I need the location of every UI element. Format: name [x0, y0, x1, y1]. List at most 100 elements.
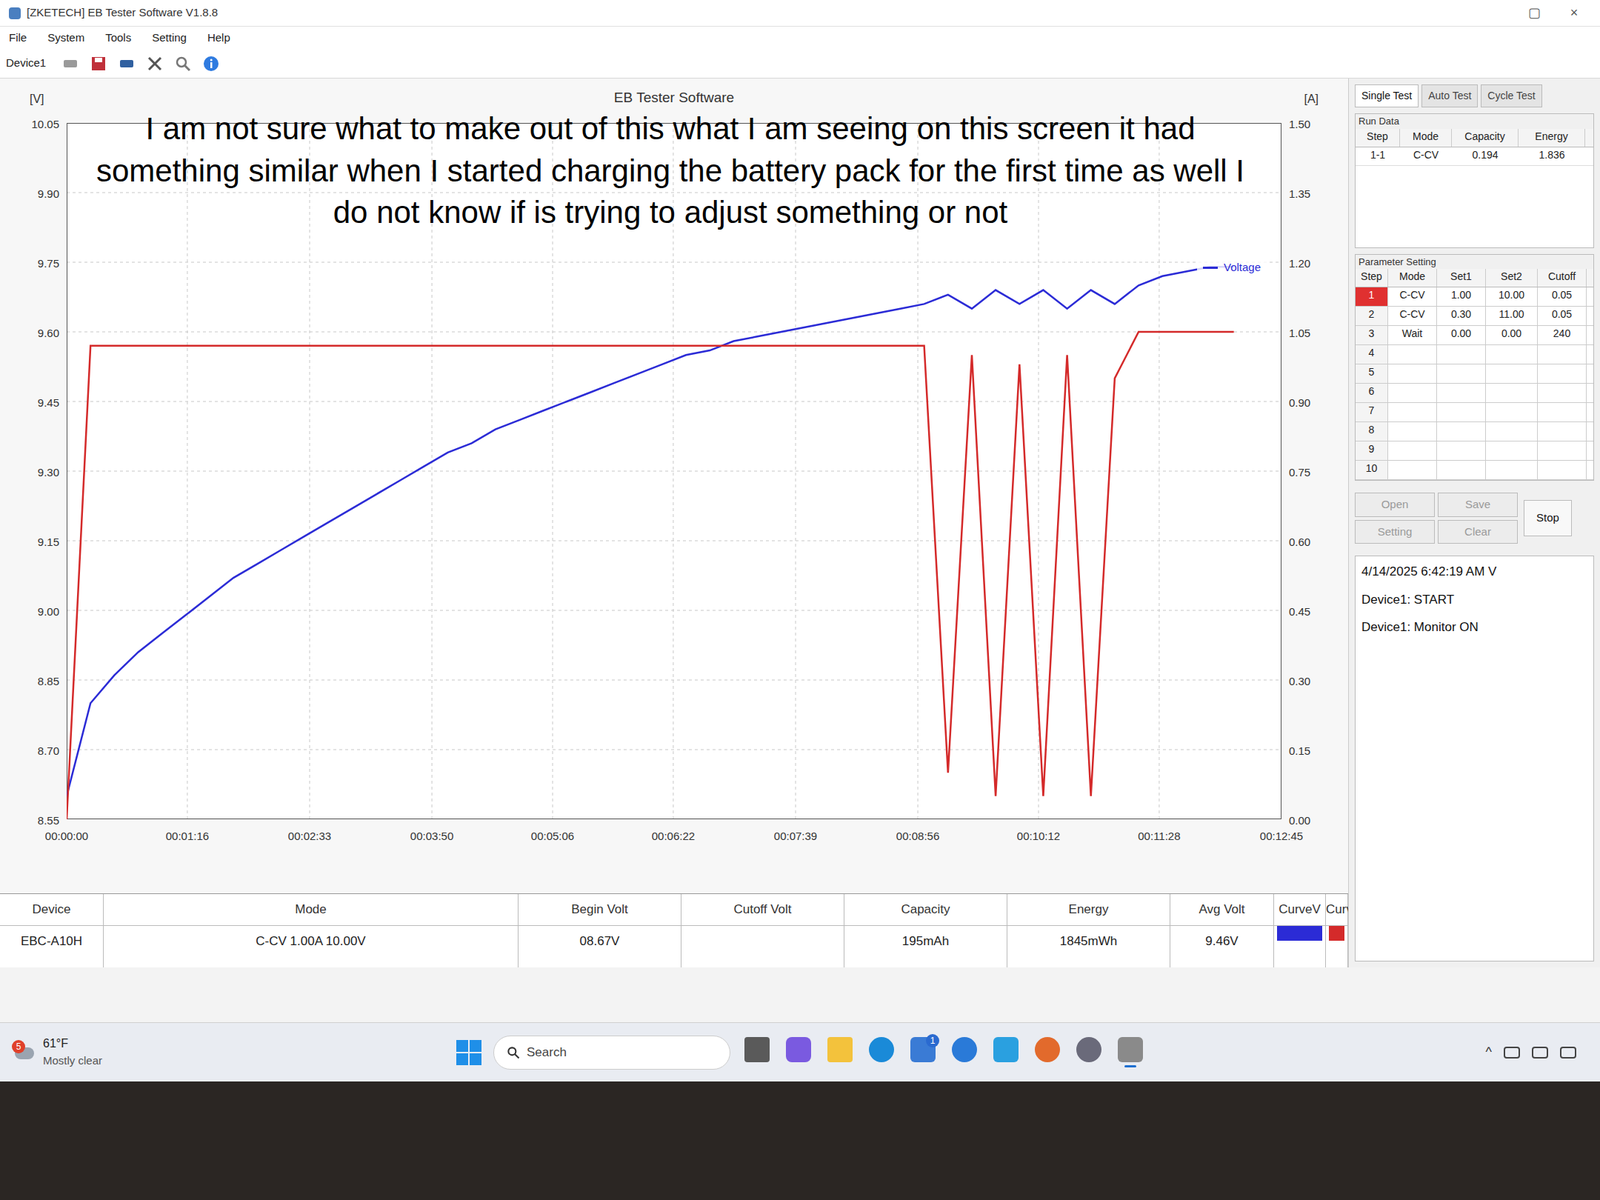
- menu-item[interactable]: System: [44, 29, 88, 47]
- parameter-cell[interactable]: 8: [1355, 422, 1389, 441]
- search-input[interactable]: [526, 1042, 718, 1063]
- test-tab[interactable]: Single Test: [1354, 84, 1419, 108]
- parameter-cell[interactable]: [1485, 364, 1538, 383]
- setting-button[interactable]: Setting: [1354, 520, 1435, 545]
- parameter-row[interactable]: 10: [1355, 460, 1594, 480]
- network-icon[interactable]: [1503, 1046, 1520, 1059]
- parameter-cell[interactable]: 0.05: [1537, 306, 1587, 326]
- save-icon[interactable]: [88, 54, 109, 74]
- parameter-cell[interactable]: 6: [1355, 383, 1389, 403]
- battery-icon[interactable]: [1560, 1046, 1577, 1059]
- search-box[interactable]: [493, 1035, 731, 1070]
- window-control[interactable]: ×: [1557, 2, 1592, 23]
- parameter-cell[interactable]: 5: [1355, 364, 1389, 383]
- parameter-cell[interactable]: Wait: [1388, 325, 1438, 345]
- open-button[interactable]: Open: [1354, 492, 1435, 518]
- windows-start-icon[interactable]: [456, 1040, 482, 1066]
- parameter-row[interactable]: 8: [1355, 422, 1594, 442]
- window-control[interactable]: ▢: [1517, 2, 1552, 23]
- parameter-row[interactable]: 6: [1355, 383, 1594, 403]
- menu-item[interactable]: Tools: [102, 29, 135, 47]
- info-icon[interactable]: [201, 54, 221, 74]
- parameter-cell[interactable]: 0.00: [1437, 325, 1486, 345]
- weather-widget[interactable]: 561°FMostly clear: [11, 1034, 457, 1070]
- taskbar-app[interactable]: 1: [908, 1034, 938, 1072]
- menu-item[interactable]: File: [5, 29, 30, 47]
- search-icon[interactable]: [173, 54, 193, 74]
- parameter-cell[interactable]: [1485, 402, 1538, 422]
- connect-icon[interactable]: [60, 54, 80, 74]
- taskbar-app[interactable]: [991, 1034, 1021, 1072]
- taskbar-app[interactable]: [866, 1034, 897, 1072]
- parameter-cell[interactable]: [1437, 441, 1486, 460]
- parameter-cell[interactable]: [1537, 441, 1587, 460]
- parameter-cell[interactable]: [1537, 364, 1587, 383]
- parameter-cell[interactable]: [1537, 402, 1587, 422]
- taskbar-app[interactable]: [783, 1034, 814, 1072]
- parameter-cell[interactable]: 9: [1355, 441, 1389, 460]
- parameter-row[interactable]: 1C-CV1.0010.000.05: [1355, 287, 1594, 307]
- clear-button[interactable]: Clear: [1437, 520, 1518, 545]
- volume-icon[interactable]: [1531, 1046, 1549, 1059]
- parameter-cell[interactable]: 4: [1355, 345, 1389, 364]
- parameter-cell[interactable]: [1437, 460, 1486, 480]
- monitor-icon[interactable]: [117, 54, 137, 74]
- test-tab[interactable]: Auto Test: [1421, 84, 1478, 108]
- curve-swatch: [1328, 925, 1345, 941]
- taskbar-app[interactable]: [1032, 1034, 1063, 1072]
- parameter-cell[interactable]: 3: [1355, 325, 1389, 345]
- menu-item[interactable]: Setting: [148, 29, 190, 47]
- parameter-cell[interactable]: 7: [1355, 402, 1389, 422]
- stop-button[interactable]: Stop: [1523, 500, 1572, 537]
- parameter-row[interactable]: 7: [1355, 402, 1594, 423]
- save-button[interactable]: Save: [1437, 492, 1518, 518]
- parameter-cell[interactable]: [1388, 422, 1438, 441]
- parameter-cell[interactable]: 1.00: [1437, 287, 1486, 306]
- parameter-cell[interactable]: [1388, 460, 1438, 480]
- parameter-cell[interactable]: 11.00: [1485, 306, 1538, 326]
- parameter-cell[interactable]: [1388, 441, 1438, 460]
- parameter-cell[interactable]: [1485, 345, 1538, 364]
- parameter-cell[interactable]: [1485, 460, 1538, 480]
- parameter-cell[interactable]: [1388, 402, 1438, 422]
- parameter-row[interactable]: 4: [1355, 345, 1594, 365]
- parameter-cell[interactable]: C-CV: [1388, 306, 1438, 326]
- parameter-cell[interactable]: 0.00: [1485, 325, 1538, 345]
- tools-icon[interactable]: [145, 54, 165, 74]
- parameter-cell[interactable]: [1485, 422, 1538, 441]
- parameter-cell[interactable]: [1437, 383, 1486, 403]
- taskbar-app[interactable]: [1074, 1034, 1104, 1072]
- parameter-cell[interactable]: 2: [1355, 306, 1389, 326]
- parameter-cell[interactable]: 10: [1355, 460, 1389, 480]
- test-tab[interactable]: Cycle Test: [1480, 84, 1542, 108]
- taskbar-app[interactable]: [742, 1034, 772, 1072]
- parameter-row[interactable]: 5: [1355, 364, 1594, 384]
- parameter-cell[interactable]: 0.05: [1537, 287, 1587, 306]
- parameter-cell[interactable]: 10.00: [1485, 287, 1538, 306]
- parameter-cell[interactable]: [1388, 383, 1438, 403]
- taskbar-app[interactable]: [949, 1034, 980, 1072]
- parameter-row[interactable]: 2C-CV0.3011.000.05: [1355, 306, 1594, 326]
- parameter-cell[interactable]: [1388, 345, 1438, 364]
- parameter-cell[interactable]: [1437, 364, 1486, 383]
- parameter-cell[interactable]: [1388, 364, 1438, 383]
- parameter-cell[interactable]: [1437, 422, 1486, 441]
- parameter-cell[interactable]: [1437, 402, 1486, 422]
- parameter-cell[interactable]: [1537, 460, 1587, 480]
- menu-item[interactable]: Help: [204, 29, 234, 47]
- parameter-cell[interactable]: C-CV: [1388, 287, 1438, 306]
- parameter-cell[interactable]: [1537, 345, 1587, 364]
- taskbar-app[interactable]: [1115, 1034, 1146, 1072]
- parameter-cell[interactable]: 1: [1355, 287, 1389, 306]
- parameter-cell[interactable]: 240: [1537, 325, 1587, 345]
- parameter-cell[interactable]: [1537, 422, 1587, 441]
- parameter-row[interactable]: 3Wait0.000.00240: [1355, 325, 1594, 346]
- parameter-cell[interactable]: [1437, 345, 1486, 364]
- parameter-cell[interactable]: [1537, 383, 1587, 403]
- parameter-cell[interactable]: 0.30: [1437, 306, 1486, 326]
- tray-expand[interactable]: ^: [1485, 1042, 1492, 1063]
- taskbar-app[interactable]: [825, 1034, 855, 1072]
- parameter-cell[interactable]: [1485, 383, 1538, 403]
- parameter-row[interactable]: 9: [1355, 441, 1594, 461]
- parameter-cell[interactable]: [1485, 441, 1538, 460]
